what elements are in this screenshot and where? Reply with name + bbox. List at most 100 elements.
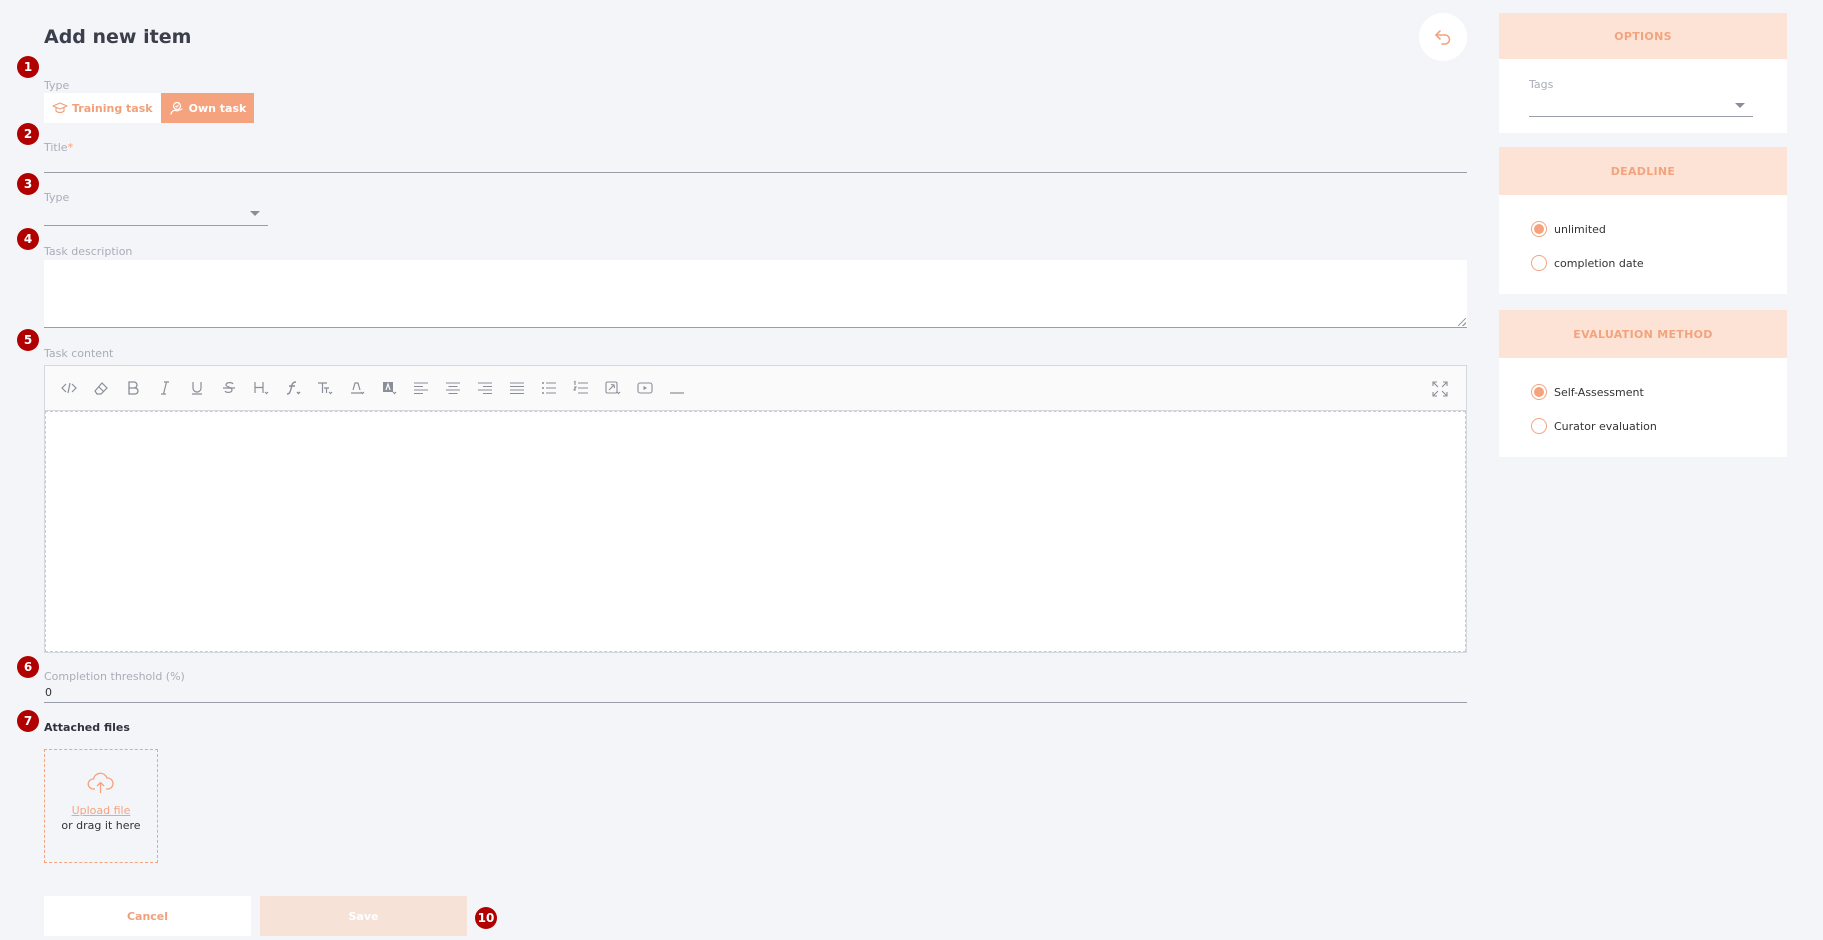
type-label: Type — [44, 79, 70, 92]
title-input[interactable] — [44, 151, 1467, 173]
strikethrough-icon — [223, 382, 235, 393]
align-center-button[interactable] — [437, 373, 469, 403]
deadline-completion-date-option[interactable]: completion date — [1531, 255, 1644, 271]
step-marker-3: 3 — [17, 173, 39, 195]
expand-icon — [1432, 381, 1448, 397]
horizontal-rule-button[interactable] — [661, 373, 693, 403]
resize-handle-icon[interactable] — [1458, 318, 1466, 326]
insert-video-icon — [637, 382, 653, 394]
numbered-list-icon — [572, 380, 588, 394]
upload-hint: or drag it here — [61, 819, 141, 832]
options-panel: OPTIONS Tags — [1499, 13, 1787, 133]
heading-icon — [254, 382, 269, 395]
text-color-button[interactable] — [341, 373, 373, 403]
evaluation-panel: EVALUATION METHOD Self-Assessment Curato… — [1499, 310, 1787, 457]
training-task-toggle[interactable]: Training task — [44, 93, 161, 123]
chevron-down-icon — [250, 211, 260, 216]
attached-files-title: Attached files — [44, 721, 130, 734]
evaluation-header: EVALUATION METHOD — [1499, 310, 1787, 358]
numbered-list-button[interactable] — [565, 373, 597, 403]
editor-toolbar — [45, 366, 1466, 411]
chevron-down-icon — [1735, 103, 1745, 108]
curator-evaluation-label: Curator evaluation — [1554, 419, 1657, 433]
self-assessment-option[interactable]: Self-Assessment — [1531, 384, 1644, 400]
insert-video-button[interactable] — [629, 373, 661, 403]
bullet-list-icon — [542, 382, 556, 394]
cancel-button[interactable]: Cancel — [44, 896, 251, 936]
deadline-panel: DEADLINE unlimited completion date — [1499, 147, 1787, 294]
threshold-label: Completion threshold (%) — [44, 670, 185, 683]
self-assessment-label: Self-Assessment — [1554, 385, 1644, 399]
back-button[interactable] — [1419, 13, 1467, 61]
options-header: OPTIONS — [1499, 13, 1787, 59]
eraser-icon — [94, 382, 108, 395]
step-marker-1: 1 — [17, 56, 39, 78]
strikethrough-button[interactable] — [213, 373, 245, 403]
font-size-button[interactable] — [309, 373, 341, 403]
align-right-icon — [478, 382, 492, 395]
save-button[interactable]: Save — [260, 896, 467, 936]
bullet-list-button[interactable] — [533, 373, 565, 403]
highlight-color-button[interactable] — [373, 373, 405, 403]
justify-button[interactable] — [501, 373, 533, 403]
main-form: Add new item Type Training task Own task — [44, 0, 1467, 940]
highlight-color-icon — [383, 382, 397, 395]
description-textarea[interactable] — [44, 260, 1467, 328]
upload-file-link[interactable]: Upload file — [72, 804, 131, 817]
threshold-input[interactable]: 0 — [44, 686, 1467, 703]
curator-evaluation-option[interactable]: Curator evaluation — [1531, 418, 1657, 434]
heading-button[interactable] — [245, 373, 277, 403]
radio-unchecked-icon — [1531, 418, 1547, 434]
description-label: Task description — [44, 245, 133, 258]
subtype-select[interactable] — [44, 202, 268, 226]
tags-label: Tags — [1529, 78, 1554, 91]
step-marker-5: 5 — [17, 329, 39, 351]
align-left-button[interactable] — [405, 373, 437, 403]
file-dropzone[interactable]: Upload file or drag it here — [44, 749, 158, 863]
own-task-toggle[interactable]: Own task — [160, 93, 255, 123]
hand-task-icon — [169, 101, 183, 115]
align-center-icon — [446, 382, 460, 395]
align-left-icon — [414, 382, 428, 395]
text-color-icon — [351, 382, 365, 395]
horizontal-rule-icon — [670, 392, 684, 394]
undo-arrow-icon — [1435, 30, 1451, 45]
underline-button[interactable] — [181, 373, 213, 403]
font-family-button[interactable] — [277, 373, 309, 403]
deadline-completion-date-label: completion date — [1554, 256, 1644, 270]
editor-content-area[interactable] — [45, 411, 1466, 652]
font-family-icon — [286, 381, 301, 395]
bold-button[interactable] — [117, 373, 149, 403]
insert-link-icon — [605, 381, 621, 395]
radio-checked-icon — [1531, 384, 1547, 400]
fullscreen-button[interactable] — [1424, 374, 1456, 404]
tags-select[interactable] — [1529, 97, 1753, 117]
justify-icon — [510, 382, 524, 395]
deadline-unlimited-label: unlimited — [1554, 222, 1606, 236]
content-label: Task content — [44, 347, 114, 360]
align-right-button[interactable] — [469, 373, 501, 403]
own-task-label: Own task — [188, 101, 247, 115]
code-view-icon — [61, 382, 77, 394]
step-marker-2: 2 — [17, 123, 39, 145]
page-title: Add new item — [44, 26, 192, 48]
step-marker-6: 6 — [17, 656, 39, 678]
cloud-upload-icon — [87, 772, 114, 793]
deadline-unlimited-option[interactable]: unlimited — [1531, 221, 1606, 237]
step-marker-4: 4 — [17, 228, 39, 250]
italic-icon — [161, 381, 169, 395]
training-task-label: Training task — [72, 101, 153, 115]
rich-text-editor — [44, 365, 1467, 653]
underline-icon — [192, 382, 202, 395]
deadline-header: DEADLINE — [1499, 147, 1787, 195]
radio-unchecked-icon — [1531, 255, 1547, 271]
type-toggle-group: Training task Own task — [44, 93, 255, 123]
graduation-cap-icon — [52, 102, 68, 114]
italic-button[interactable] — [149, 373, 181, 403]
insert-link-button[interactable] — [597, 373, 629, 403]
radio-checked-icon — [1531, 221, 1547, 237]
code-view-button[interactable] — [53, 373, 85, 403]
eraser-button[interactable] — [85, 373, 117, 403]
bold-icon — [128, 381, 139, 395]
step-marker-7: 7 — [17, 710, 39, 732]
